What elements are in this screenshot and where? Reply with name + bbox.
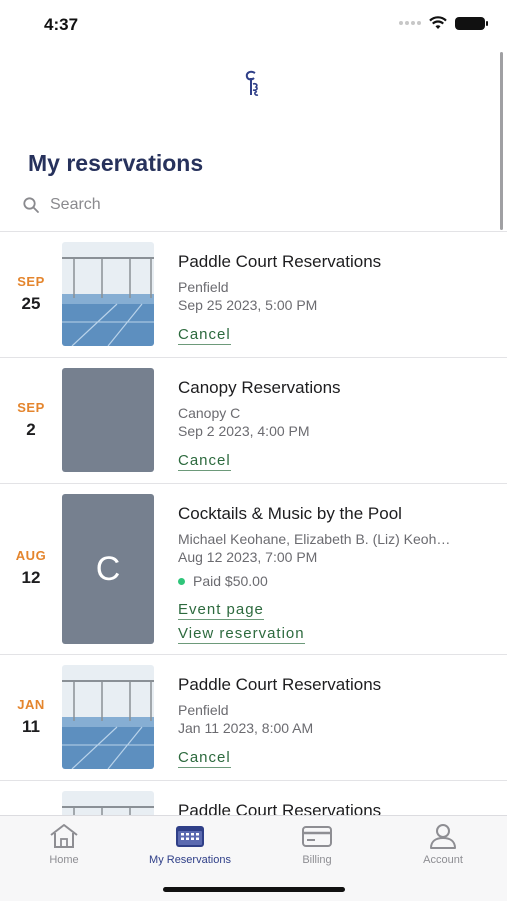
reservation-month: SEP <box>17 274 45 289</box>
reservation-date: SEP 2 <box>0 400 62 440</box>
canopy-thumbnail[interactable] <box>62 368 154 472</box>
cancel-link[interactable]: Cancel <box>178 749 231 768</box>
cancel-link[interactable]: Cancel <box>178 326 231 345</box>
search-icon <box>23 197 39 213</box>
reservation-title: Paddle Court Reservations <box>178 252 382 271</box>
reservation-info: Canopy Reservations Canopy C Sep 2 2023,… <box>178 378 483 471</box>
battery-icon <box>455 16 488 30</box>
reservation-datetime: Sep 2 2023, 4:00 PM <box>178 423 310 439</box>
reservation-location: Penfield <box>178 279 229 295</box>
reservation-day: 25 <box>21 294 41 313</box>
reservation-info: Cocktails & Music by the Pool Michael Ke… <box>178 504 483 644</box>
page-title: My reservations <box>28 150 204 176</box>
thumbnail-letter: C <box>95 549 121 588</box>
court-thumbnail[interactable] <box>62 791 154 816</box>
court-thumbnail[interactable] <box>62 242 154 346</box>
reservation-row[interactable]: SEP 25 Paddle Court Reservations Penfiel… <box>0 232 507 358</box>
reservation-guests: Michael Keohane, Elizabeth B. (Liz) Keoh… <box>178 531 451 547</box>
reservation-location: Penfield <box>178 702 229 718</box>
reservation-title: Paddle Court Reservations <box>178 801 382 816</box>
event-thumbnail[interactable]: C <box>62 494 154 644</box>
home-icon <box>50 824 78 848</box>
reservation-location: Canopy C <box>178 405 241 421</box>
reservation-datetime: Aug 12 2023, 7:00 PM <box>178 549 318 565</box>
reservation-day: 2 <box>26 420 36 439</box>
reservation-row[interactable]: SEP 2 Canopy Reservations Canopy C Sep 2… <box>0 358 507 484</box>
status-icons <box>399 16 488 30</box>
reservations-list[interactable]: SEP 25 Paddle Court Reservations Penfiel… <box>0 231 507 816</box>
reservation-month: JAN <box>17 697 45 712</box>
tab-label: My Reservations <box>149 854 231 866</box>
reservation-date: SEP 25 <box>0 274 62 314</box>
reservation-date: JAN 11 <box>0 697 62 737</box>
tab-label: Home <box>49 854 79 866</box>
tab-home[interactable]: Home <box>1 822 127 866</box>
credit-card-icon <box>302 826 332 847</box>
reservation-month: SEP <box>17 400 45 415</box>
signal-icon <box>399 21 421 25</box>
search-input[interactable] <box>48 195 452 215</box>
status-time: 4:37 <box>44 15 79 34</box>
reservation-title: Cocktails & Music by the Pool <box>178 504 402 523</box>
reservation-row[interactable]: JAN 11 Paddle Court Reservations Penfiel… <box>0 655 507 781</box>
scrollbar[interactable] <box>500 52 503 230</box>
cancel-link[interactable]: Cancel <box>178 452 231 471</box>
club-logo-icon <box>245 70 259 96</box>
tab-label: Billing <box>302 854 332 866</box>
reservation-info: Paddle Court Reservations <box>178 801 483 816</box>
status-bar: 4:37 <box>0 0 507 46</box>
reservation-info: Paddle Court Reservations Penfield Jan 1… <box>178 675 483 768</box>
reservation-row[interactable]: AUG 12 C Cocktails & Music by the Pool M… <box>0 484 507 655</box>
view-reservation-link[interactable]: View reservation <box>178 625 305 644</box>
person-icon <box>430 824 456 849</box>
reservation-title: Paddle Court Reservations <box>178 675 382 694</box>
reservation-day: 12 <box>21 568 41 587</box>
reservation-title: Canopy Reservations <box>178 378 341 397</box>
payment-text: Paid $50.00 <box>193 573 268 589</box>
tab-label: Account <box>423 854 463 866</box>
reservation-date: AUG 12 <box>0 548 62 588</box>
tab-my-reservations[interactable]: My Reservations <box>127 822 253 866</box>
home-indicator[interactable] <box>163 887 345 892</box>
wifi-icon <box>429 16 447 29</box>
court-thumbnail[interactable] <box>62 665 154 769</box>
paid-status-dot-icon <box>178 577 185 585</box>
reservation-datetime: Sep 25 2023, 5:00 PM <box>178 297 318 313</box>
payment-status: Paid $50.00 <box>178 573 483 589</box>
event-page-link[interactable]: Event page <box>178 601 264 620</box>
reservation-datetime: Jan 11 2023, 8:00 AM <box>178 720 314 736</box>
reservation-info: Paddle Court Reservations Penfield Sep 2… <box>178 252 483 345</box>
search-bar[interactable] <box>22 192 482 218</box>
reservation-month: AUG <box>15 548 47 563</box>
calendar-icon <box>176 826 204 847</box>
reservation-row[interactable]: Paddle Court Reservations <box>0 781 507 816</box>
reservation-day: 11 <box>22 717 40 736</box>
tab-account[interactable]: Account <box>380 822 506 866</box>
tab-billing[interactable]: Billing <box>254 822 380 866</box>
